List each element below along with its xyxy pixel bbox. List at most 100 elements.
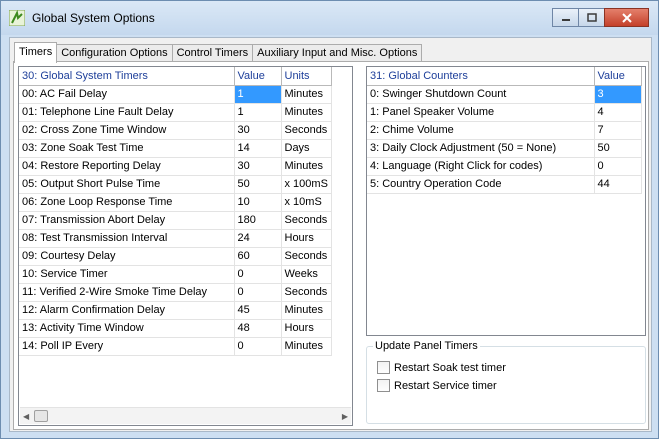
timer-name-cell[interactable]: 02: Cross Zone Time Window	[19, 121, 235, 140]
counters-column-header-value[interactable]: Value	[594, 67, 642, 86]
counter-name-cell[interactable]: 4: Language (Right Click for codes)	[367, 157, 595, 176]
timer-value-cell[interactable]: 1	[234, 85, 282, 104]
counter-value-cell[interactable]: 7	[594, 121, 642, 140]
timer-name-cell[interactable]: 14: Poll IP Every	[19, 337, 235, 356]
timer-name-cell[interactable]: 09: Courtesy Delay	[19, 247, 235, 266]
timer-value-cell[interactable]: 30	[234, 121, 282, 140]
table-row[interactable]: 5: Country Operation Code 44	[367, 175, 642, 194]
timer-name-cell[interactable]: 00: AC Fail Delay	[19, 85, 235, 104]
timer-units-cell[interactable]: Seconds	[281, 121, 332, 140]
table-row[interactable]: 10: Service Timer 0 Weeks	[19, 265, 332, 284]
timer-value-cell[interactable]: 180	[234, 211, 282, 230]
timer-units-cell[interactable]: Hours	[281, 319, 332, 338]
table-row[interactable]: 01: Telephone Line Fault Delay 1 Minutes	[19, 103, 332, 122]
restart-service-timer-row[interactable]: Restart Service timer	[377, 379, 497, 392]
table-row[interactable]: 0: Swinger Shutdown Count 3	[367, 85, 642, 104]
timer-units-cell[interactable]: Minutes	[281, 337, 332, 356]
timers-column-header-value[interactable]: Value	[234, 67, 282, 86]
arrow-right-icon[interactable]: ▶	[342, 412, 348, 421]
timer-units-cell[interactable]: Minutes	[281, 85, 332, 104]
timer-value-cell[interactable]: 60	[234, 247, 282, 266]
timer-units-cell[interactable]: Hours	[281, 229, 332, 248]
restart-service-timer-checkbox[interactable]	[377, 379, 390, 392]
table-row[interactable]: 2: Chime Volume 7	[367, 121, 642, 140]
table-row[interactable]: 12: Alarm Confirmation Delay 45 Minutes	[19, 301, 332, 320]
global-counters-grid[interactable]: 31: Global Counters Value 0: Swinger Shu…	[366, 66, 646, 336]
timer-units-cell[interactable]: Seconds	[281, 283, 332, 302]
table-row[interactable]: 04: Restore Reporting Delay 30 Minutes	[19, 157, 332, 176]
counter-value-cell[interactable]: 4	[594, 103, 642, 122]
tab-configuration-options[interactable]: Configuration Options	[56, 44, 173, 62]
timer-value-cell[interactable]: 10	[234, 193, 282, 212]
timer-units-cell[interactable]: Minutes	[281, 103, 332, 122]
table-row[interactable]: 06: Zone Loop Response Time 10 x 10mS	[19, 193, 332, 212]
table-row[interactable]: 11: Verified 2-Wire Smoke Time Delay 0 Sec…	[19, 283, 332, 302]
maximize-button[interactable]	[578, 8, 605, 27]
restart-soak-test-row[interactable]: Restart Soak test timer	[377, 361, 506, 374]
timer-name-cell[interactable]: 07: Transmission Abort Delay	[19, 211, 235, 230]
timer-units-cell[interactable]: Seconds	[281, 211, 332, 230]
table-row[interactable]: 05: Output Short Pulse Time 50 x 100mS	[19, 175, 332, 194]
table-row[interactable]: 08: Test Transmission Interval 24 Hours	[19, 229, 332, 248]
timer-value-cell[interactable]: 24	[234, 229, 282, 248]
timer-name-cell[interactable]: 08: Test Transmission Interval	[19, 229, 235, 248]
timer-value-cell[interactable]: 0	[234, 337, 282, 356]
table-row[interactable]: 1: Panel Speaker Volume 4	[367, 103, 642, 122]
timer-value-cell[interactable]: 0	[234, 283, 282, 302]
scrollbar-thumb[interactable]	[34, 410, 48, 422]
table-row[interactable]: 14: Poll IP Every 0 Minutes	[19, 337, 332, 356]
counter-value-cell[interactable]: 44	[594, 175, 642, 194]
timer-name-cell[interactable]: 05: Output Short Pulse Time	[19, 175, 235, 194]
timer-value-cell[interactable]: 14	[234, 139, 282, 158]
timer-value-cell[interactable]: 30	[234, 157, 282, 176]
table-row[interactable]: 4: Language (Right Click for codes) 0	[367, 157, 642, 176]
timers-column-header-name[interactable]: 30: Global System Timers	[19, 67, 235, 86]
table-row[interactable]: 07: Transmission Abort Delay 180 Seconds	[19, 211, 332, 230]
restart-soak-test-checkbox[interactable]	[377, 361, 390, 374]
timer-units-cell[interactable]: Weeks	[281, 265, 332, 284]
timer-name-cell[interactable]: 03: Zone Soak Test Time	[19, 139, 235, 158]
table-row[interactable]: 3: Daily Clock Adjustment (50 = None) 50	[367, 139, 642, 158]
timer-units-cell[interactable]: Minutes	[281, 301, 332, 320]
timer-name-cell[interactable]: 04: Restore Reporting Delay	[19, 157, 235, 176]
tab-timers[interactable]: Timers	[14, 42, 58, 63]
timer-units-cell[interactable]: x 100mS	[281, 175, 332, 194]
table-row[interactable]: 02: Cross Zone Time Window 30 Seconds	[19, 121, 332, 140]
timer-name-cell[interactable]: 11: Verified 2-Wire Smoke Time Delay	[19, 283, 235, 302]
timer-name-cell[interactable]: 12: Alarm Confirmation Delay	[19, 301, 235, 320]
timer-name-cell[interactable]: 06: Zone Loop Response Time	[19, 193, 235, 212]
timer-value-cell[interactable]: 48	[234, 319, 282, 338]
timer-units-cell[interactable]: x 10mS	[281, 193, 332, 212]
table-row[interactable]: 00: AC Fail Delay 1 Minutes	[19, 85, 332, 104]
timer-value-cell[interactable]: 0	[234, 265, 282, 284]
tab-control-timers[interactable]: Control Timers	[171, 44, 254, 62]
horizontal-scrollbar[interactable]: ◀ ▶	[20, 407, 351, 424]
counter-name-cell[interactable]: 0: Swinger Shutdown Count	[367, 85, 595, 104]
timer-value-cell[interactable]: 50	[234, 175, 282, 194]
counter-name-cell[interactable]: 1: Panel Speaker Volume	[367, 103, 595, 122]
timer-units-cell[interactable]: Minutes	[281, 157, 332, 176]
counter-name-cell[interactable]: 2: Chime Volume	[367, 121, 595, 140]
counter-name-cell[interactable]: 5: Country Operation Code	[367, 175, 595, 194]
timer-units-cell[interactable]: Days	[281, 139, 332, 158]
table-row[interactable]: 03: Zone Soak Test Time 14 Days	[19, 139, 332, 158]
minimize-button[interactable]	[552, 8, 579, 27]
timer-value-cell[interactable]: 45	[234, 301, 282, 320]
table-row[interactable]: 09: Courtesy Delay 60 Seconds	[19, 247, 332, 266]
timer-name-cell[interactable]: 13: Activity Time Window	[19, 319, 235, 338]
tab-auxiliary-input[interactable]: Auxiliary Input and Misc. Options	[252, 44, 423, 62]
close-button[interactable]	[604, 8, 649, 27]
counter-value-cell[interactable]: 50	[594, 139, 642, 158]
title-bar[interactable]: Global System Options	[1, 1, 658, 35]
timers-column-header-units[interactable]: Units	[281, 67, 332, 86]
arrow-left-icon[interactable]: ◀	[23, 412, 29, 421]
timer-name-cell[interactable]: 01: Telephone Line Fault Delay	[19, 103, 235, 122]
timer-value-cell[interactable]: 1	[234, 103, 282, 122]
counter-value-cell[interactable]: 3	[594, 85, 642, 104]
timer-name-cell[interactable]: 10: Service Timer	[19, 265, 235, 284]
counters-column-header-name[interactable]: 31: Global Counters	[367, 67, 595, 86]
counter-name-cell[interactable]: 3: Daily Clock Adjustment (50 = None)	[367, 139, 595, 158]
counter-value-cell[interactable]: 0	[594, 157, 642, 176]
global-system-timers-grid[interactable]: 30: Global System Timers Value Units 00:…	[18, 66, 353, 426]
timer-units-cell[interactable]: Seconds	[281, 247, 332, 266]
